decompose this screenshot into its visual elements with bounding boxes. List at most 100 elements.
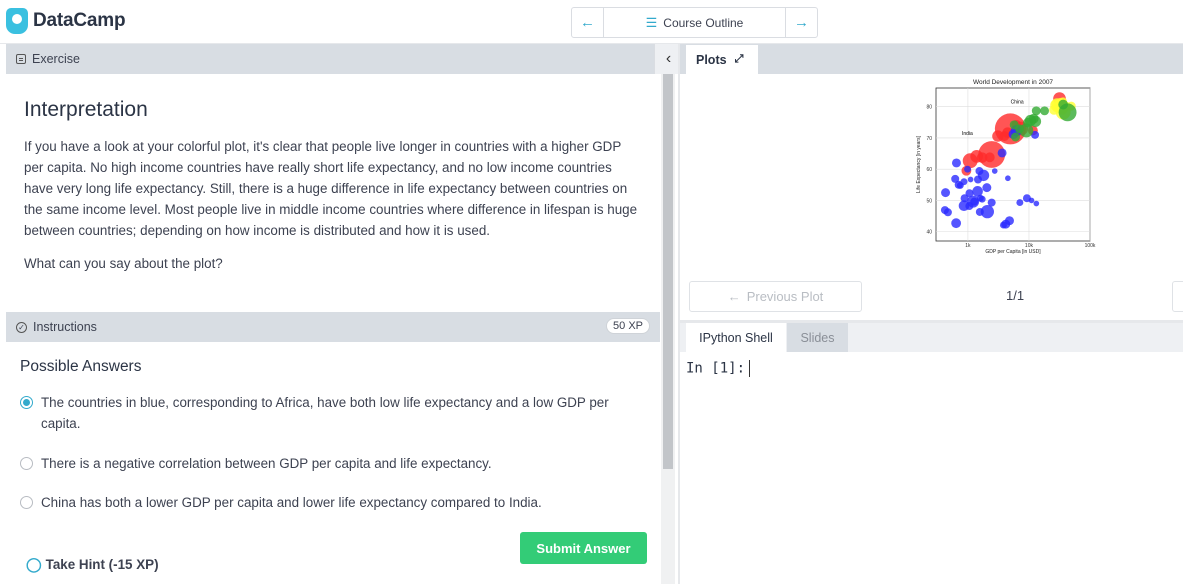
course-outline-label: Course Outline: [663, 15, 744, 30]
data-point: [974, 175, 983, 184]
data-point: [984, 152, 995, 163]
shell-prompt: In [1]:: [686, 360, 746, 377]
previous-plot-button[interactable]: ← Previous Plot: [689, 281, 862, 312]
x-tick-label: 1k: [965, 243, 971, 249]
text-cursor: [749, 360, 751, 377]
ipython-shell[interactable]: In [1]:: [680, 352, 1183, 584]
annotation-label: China: [1011, 100, 1024, 106]
data-point: [1058, 99, 1069, 110]
data-point: [941, 188, 951, 198]
data-point: [951, 158, 961, 168]
next-plot-button[interactable]: [1172, 281, 1183, 312]
tab-plots[interactable]: Plots ⤢: [686, 45, 758, 74]
answer-option-2[interactable]: There is a negative correlation between …: [20, 453, 646, 474]
answer-radio-1[interactable]: [20, 396, 33, 409]
exercise-body: Interpretation If you have a look at you…: [6, 74, 660, 312]
exercise-pane: Exercise ‹ Interpretation If you have a …: [6, 44, 682, 584]
previous-plot-label: Previous Plot: [746, 289, 824, 304]
scrollbar-thumb[interactable]: [663, 74, 673, 469]
exercise-question: What can you say about the plot?: [24, 256, 223, 271]
plot-controls: ← Previous Plot 1/1: [680, 274, 1183, 320]
instructions-header-label: Instructions: [33, 320, 97, 334]
next-exercise-button[interactable]: →: [786, 8, 817, 37]
instructions-header: ✓ Instructions 50 XP: [6, 312, 660, 342]
data-point: [999, 221, 1007, 229]
data-point: [975, 167, 984, 176]
arrow-right-icon: →: [794, 14, 809, 31]
data-point: [1031, 106, 1041, 116]
x-axis-label: GDP per Capita [in USD]: [985, 249, 1041, 255]
take-hint-label: Take Hint (-15 XP): [45, 557, 159, 572]
app-name: DataCamp: [33, 10, 126, 31]
data-point: [987, 198, 996, 207]
data-point: [951, 218, 962, 229]
y-tick-label: 40: [926, 230, 932, 236]
expand-icon[interactable]: ⤢: [735, 53, 744, 66]
y-tick-label: 50: [926, 198, 932, 204]
take-hint-button[interactable]: ◯ Take Hint (-15 XP): [26, 556, 159, 573]
data-point: [943, 208, 952, 217]
x-tick-label: 100k: [1085, 243, 1096, 249]
data-point: [1011, 132, 1020, 142]
exercise-icon: [16, 54, 26, 64]
y-tick-label: 80: [926, 105, 932, 111]
data-point: [997, 148, 1007, 158]
datacamp-logo[interactable]: DataCamp: [6, 8, 126, 34]
plots-tab-label: Plots: [696, 52, 727, 67]
data-point: [1040, 106, 1050, 116]
course-navigation: ← ☰ Course Outline →: [571, 7, 818, 38]
y-axis-label: Life Expectancy [in years]: [916, 135, 922, 193]
check-circle-icon: ✓: [16, 321, 27, 333]
data-point: [1016, 199, 1024, 207]
data-point: [999, 131, 1010, 141]
chevron-left-icon: ‹: [665, 50, 672, 67]
data-point: [975, 207, 984, 216]
exercise-scrollbar[interactable]: [661, 74, 675, 584]
exercise-description: If you have a look at your colorful plot…: [24, 139, 638, 238]
data-point: [967, 176, 974, 183]
data-point: [960, 194, 969, 203]
data-point: [982, 183, 992, 193]
menu-icon: ☰: [645, 14, 658, 30]
course-outline-button[interactable]: ☰ Course Outline: [603, 8, 786, 37]
data-point: [1049, 104, 1059, 115]
top-bar: DataCamp ← ☰ Course Outline →: [0, 0, 1183, 44]
submit-answer-button[interactable]: Submit Answer: [520, 532, 647, 564]
data-point: [1033, 200, 1040, 207]
possible-answers-heading: Possible Answers: [20, 358, 142, 375]
shell-tabbar: IPython Shell Slides: [680, 323, 1183, 352]
data-point: [1009, 120, 1019, 130]
previous-exercise-button[interactable]: ←: [572, 8, 603, 37]
data-point: [964, 165, 972, 173]
answer-option-label: China has both a lower GDP per capita an…: [41, 495, 542, 510]
tab-ipython-shell[interactable]: IPython Shell: [686, 323, 786, 352]
y-tick-label: 70: [926, 136, 932, 142]
exercise-header: Exercise: [6, 44, 660, 74]
xp-badge: 50 XP: [606, 318, 650, 334]
plot-page-indicator: 1/1: [1006, 288, 1025, 303]
answer-option-1[interactable]: The countries in blue, corresponding to …: [20, 392, 646, 434]
exercise-header-label: Exercise: [32, 52, 80, 66]
answer-radio-2[interactable]: [20, 457, 33, 470]
exercise-title: Interpretation: [24, 98, 148, 121]
arrow-left-icon: ←: [580, 14, 595, 31]
data-point: [1028, 197, 1035, 204]
data-point: [1005, 175, 1011, 182]
answer-option-label: There is a negative correlation between …: [41, 456, 492, 471]
annotation-label: India: [962, 131, 973, 137]
data-point: [951, 174, 960, 183]
answer-option-3[interactable]: China has both a lower GDP per capita an…: [20, 492, 646, 513]
chart-title: World Development in 2007: [973, 79, 1053, 86]
data-point: [991, 168, 998, 174]
data-point: [978, 195, 986, 203]
output-pane: Plots ⤢ 40 50 60 70 80 1k 10k 100k China India Wor…: [680, 44, 1183, 584]
datacamp-logo-icon: [6, 8, 28, 34]
world-development-chart: 40506070801k 10k 100kChinaIndiaWorld Devel…: [916, 79, 1096, 255]
data-point: [960, 178, 968, 186]
lightbulb-icon: ◯: [26, 556, 42, 572]
answer-radio-3[interactable]: [20, 496, 33, 509]
tab-slides[interactable]: Slides: [787, 323, 848, 352]
arrow-left-icon: ←: [727, 289, 741, 304]
possible-answers: Possible Answers The countries in blue, …: [6, 342, 660, 584]
y-tick-label: 60: [926, 167, 932, 173]
